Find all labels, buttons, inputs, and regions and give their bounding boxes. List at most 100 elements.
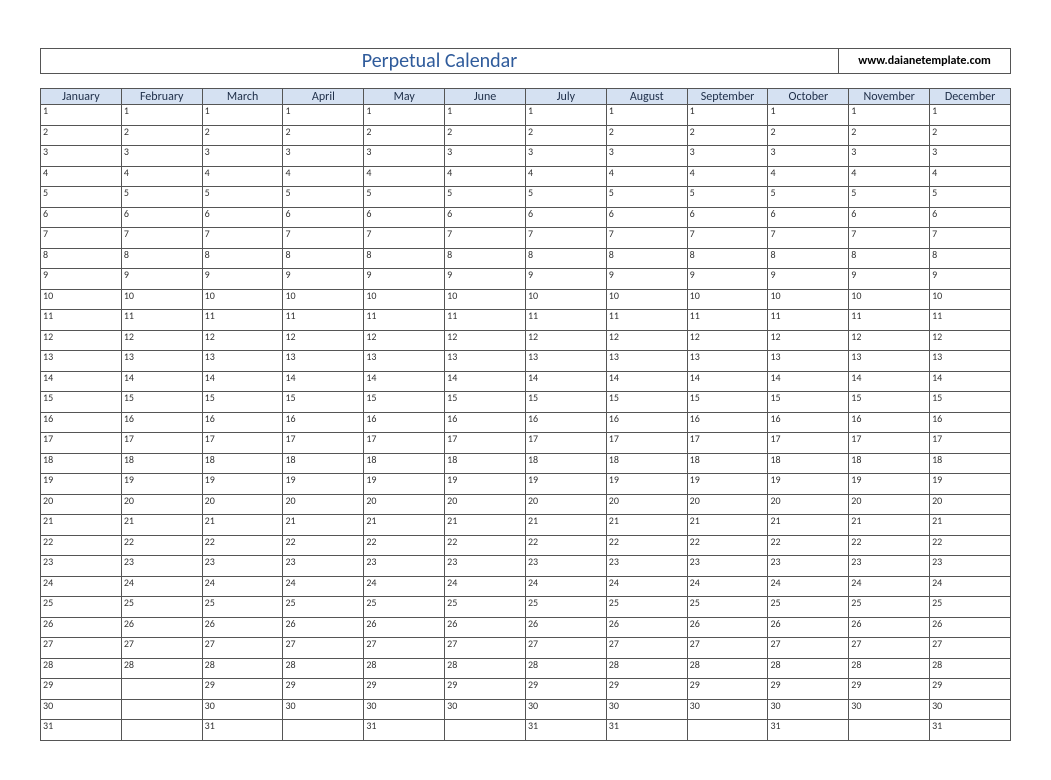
- day-row: 444444444444: [41, 166, 1011, 187]
- day-cell: 14: [121, 371, 202, 392]
- day-cell: 15: [445, 392, 526, 413]
- day-cell: 13: [364, 351, 445, 372]
- day-cell: 31: [41, 720, 122, 741]
- day-cell: 28: [445, 658, 526, 679]
- day-cell: 28: [121, 658, 202, 679]
- day-row: 101010101010101010101010: [41, 289, 1011, 310]
- month-header: March: [202, 89, 283, 105]
- day-cell: 11: [687, 310, 768, 331]
- day-cell: 2: [364, 125, 445, 146]
- day-cell: 13: [768, 351, 849, 372]
- day-cell: 6: [283, 207, 364, 228]
- day-cell: 22: [364, 535, 445, 556]
- day-cell: 5: [121, 187, 202, 208]
- day-cell: 15: [930, 392, 1011, 413]
- day-cell: 28: [849, 658, 930, 679]
- day-cell: 22: [687, 535, 768, 556]
- day-cell: 17: [768, 433, 849, 454]
- day-cell: 14: [283, 371, 364, 392]
- day-cell: 29: [606, 679, 687, 700]
- day-cell: 1: [525, 105, 606, 126]
- day-cell: 18: [606, 453, 687, 474]
- day-cell: 4: [930, 166, 1011, 187]
- day-cell: 7: [283, 228, 364, 249]
- day-cell: 25: [283, 597, 364, 618]
- day-cell: 16: [849, 412, 930, 433]
- day-cell: 4: [768, 166, 849, 187]
- month-header: April: [283, 89, 364, 105]
- day-cell: 30: [41, 699, 122, 720]
- day-cell: 12: [606, 330, 687, 351]
- day-row: 242424242424242424242424: [41, 576, 1011, 597]
- day-cell: 2: [41, 125, 122, 146]
- day-cell: 1: [364, 105, 445, 126]
- day-cell: 7: [525, 228, 606, 249]
- day-cell: 20: [202, 494, 283, 515]
- day-cell: 20: [849, 494, 930, 515]
- day-cell: 28: [930, 658, 1011, 679]
- day-cell: 23: [445, 556, 526, 577]
- day-cell: 31: [202, 720, 283, 741]
- day-cell: 24: [768, 576, 849, 597]
- day-cell: 24: [849, 576, 930, 597]
- day-cell: 26: [687, 617, 768, 638]
- day-cell: 31: [364, 720, 445, 741]
- day-cell: 1: [445, 105, 526, 126]
- day-cell: 27: [445, 638, 526, 659]
- day-cell: 29: [445, 679, 526, 700]
- day-cell: 12: [687, 330, 768, 351]
- day-cell: 17: [930, 433, 1011, 454]
- day-cell: 10: [768, 289, 849, 310]
- day-cell: 3: [930, 146, 1011, 167]
- day-cell: 2: [849, 125, 930, 146]
- day-cell: 16: [525, 412, 606, 433]
- day-cell: 7: [768, 228, 849, 249]
- day-cell: 31: [525, 720, 606, 741]
- month-header: August: [606, 89, 687, 105]
- day-cell: 30: [606, 699, 687, 720]
- day-cell: 29: [364, 679, 445, 700]
- day-row: 131313131313131313131313: [41, 351, 1011, 372]
- day-cell: 22: [202, 535, 283, 556]
- day-row: 202020202020202020202020: [41, 494, 1011, 515]
- day-cell: 2: [768, 125, 849, 146]
- day-cell: 29: [930, 679, 1011, 700]
- day-cell: 31: [768, 720, 849, 741]
- day-row: 555555555555: [41, 187, 1011, 208]
- day-cell: 6: [121, 207, 202, 228]
- day-cell: 24: [364, 576, 445, 597]
- day-cell: 5: [606, 187, 687, 208]
- day-cell: 2: [202, 125, 283, 146]
- day-cell: 27: [41, 638, 122, 659]
- day-cell: 12: [445, 330, 526, 351]
- day-cell: 11: [768, 310, 849, 331]
- day-cell: 5: [849, 187, 930, 208]
- day-cell: 1: [768, 105, 849, 126]
- day-cell: 1: [849, 105, 930, 126]
- day-cell: 30: [849, 699, 930, 720]
- day-cell: [445, 720, 526, 741]
- day-row: 151515151515151515151515: [41, 392, 1011, 413]
- day-cell: 6: [768, 207, 849, 228]
- month-header: May: [364, 89, 445, 105]
- day-cell: 12: [41, 330, 122, 351]
- day-cell: 5: [687, 187, 768, 208]
- calendar-page: Perpetual Calendar www.daianetemplate.co…: [0, 0, 1051, 771]
- day-cell: 27: [364, 638, 445, 659]
- day-cell: 28: [202, 658, 283, 679]
- day-cell: 14: [930, 371, 1011, 392]
- day-cell: 5: [930, 187, 1011, 208]
- day-cell: 12: [364, 330, 445, 351]
- day-cell: 26: [606, 617, 687, 638]
- day-cell: 30: [202, 699, 283, 720]
- day-cell: 21: [364, 515, 445, 536]
- day-cell: 24: [202, 576, 283, 597]
- day-cell: 10: [930, 289, 1011, 310]
- day-cell: 28: [283, 658, 364, 679]
- day-cell: 29: [768, 679, 849, 700]
- day-row: 191919191919191919191919: [41, 474, 1011, 495]
- day-cell: 20: [121, 494, 202, 515]
- day-cell: 9: [525, 269, 606, 290]
- day-cell: 7: [41, 228, 122, 249]
- day-cell: 1: [41, 105, 122, 126]
